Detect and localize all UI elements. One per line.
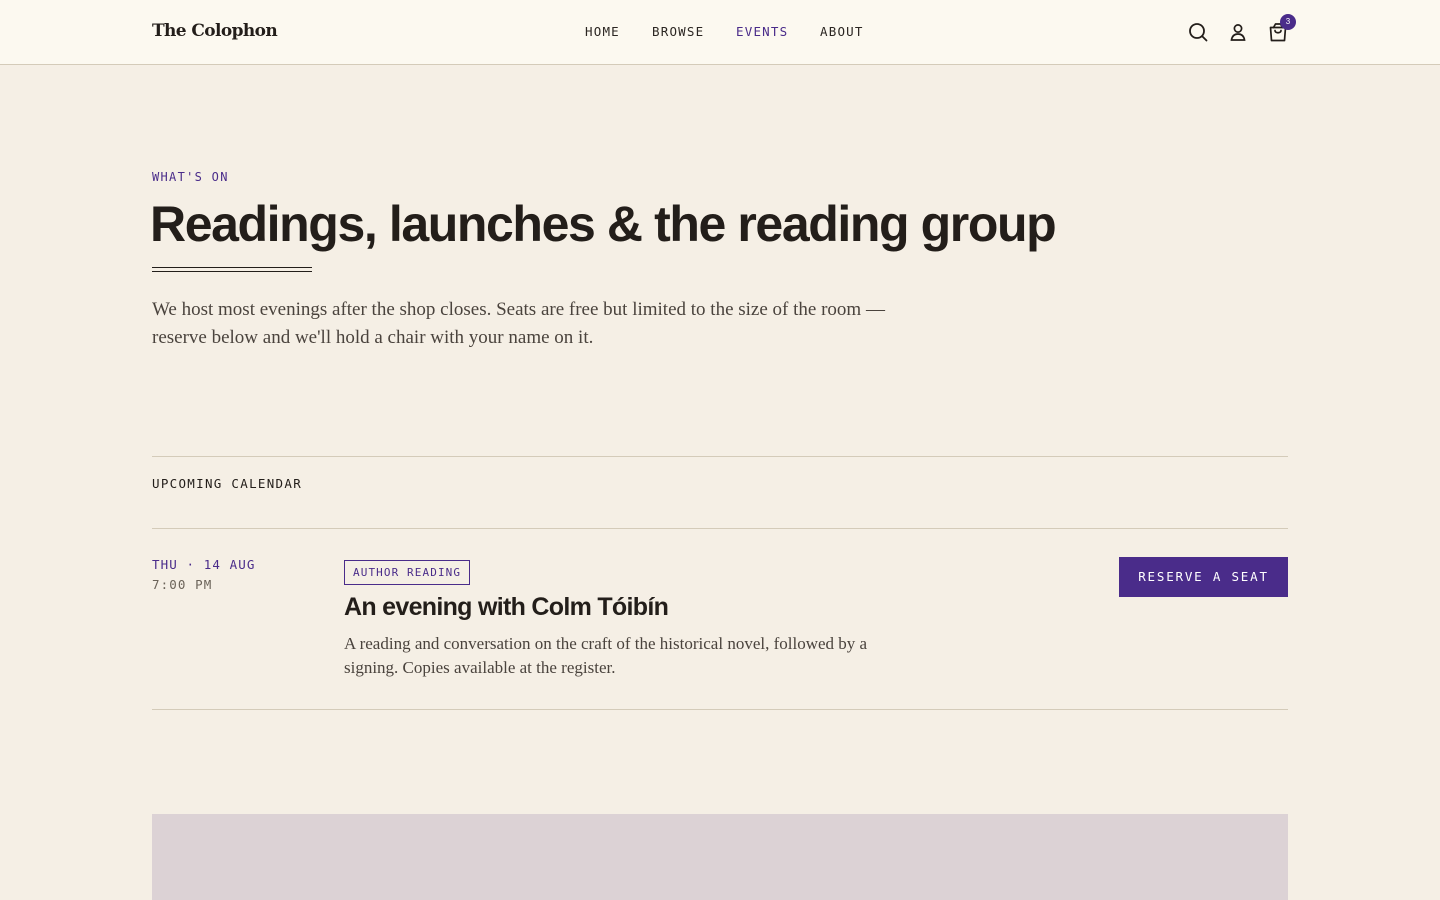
divider: [152, 528, 1288, 529]
event-time: 7:00 PM: [152, 577, 213, 592]
reserve-seat-button[interactable]: RESERVE A SEAT: [1119, 557, 1288, 597]
divider: [152, 709, 1288, 710]
nav-home[interactable]: HOME: [585, 24, 620, 40]
calendar-heading: UPCOMING CALENDAR: [152, 476, 303, 491]
search-icon[interactable]: [1186, 20, 1210, 44]
event-title[interactable]: An evening with Colm Tóibín: [344, 591, 669, 623]
event-type-tag: AUTHOR READING: [344, 560, 471, 585]
page-title: Readings, launches & the reading group: [150, 196, 1057, 252]
nav-events[interactable]: EVENTS: [736, 24, 788, 40]
event-date: THU · 14 AUG: [152, 557, 256, 572]
feature-image-placeholder: [152, 814, 1288, 900]
event-description: A reading and conversation on the craft …: [344, 634, 868, 677]
divider: [152, 456, 1288, 457]
section-eyebrow: WHAT'S ON: [152, 170, 229, 184]
account-icon[interactable]: [1226, 20, 1250, 44]
nav-browse[interactable]: BROWSE: [652, 24, 704, 40]
title-underline: [152, 267, 312, 272]
site-header: The Colophon HOME BROWSE EVENTS ABOUT 3: [0, 0, 1440, 65]
intro-text: We host most evenings after the shop clo…: [152, 299, 885, 348]
cart-count-badge: 3: [1280, 14, 1296, 30]
nav-about[interactable]: ABOUT: [820, 24, 864, 40]
site-logo[interactable]: The Colophon: [152, 19, 278, 43]
